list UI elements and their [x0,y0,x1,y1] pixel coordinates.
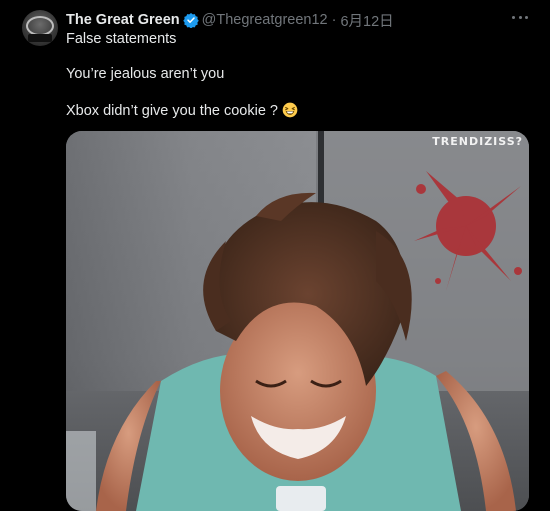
tweet-text-line: You’re jealous aren’t you [66,66,225,82]
tweet-text: Xbox didn’t give you the cookie ? [66,103,278,119]
avatar-ring-shape [26,16,54,36]
grinning-squinting-face-icon [282,102,298,118]
avatar[interactable] [22,10,58,46]
handle[interactable]: @Thegreatgreen12 [202,12,328,28]
more-horizontal-icon[interactable] [512,14,528,20]
timestamp[interactable]: 6月12日 [340,10,393,31]
tweet-text-line: False statements [66,31,177,47]
media-watermark: TRENDIZISS? [432,135,523,148]
separator-dot: · [331,12,337,28]
media-gif[interactable]: TRENDIZISS? [66,131,529,511]
tweet[interactable]: The Great Green @Thegreatgreen12 · 6月12日… [0,0,550,511]
gif-frame-image [66,131,529,511]
verified-badge-icon[interactable] [182,12,199,28]
tweet-text-line-with-emoji: Xbox didn’t give you the cookie ? [66,102,298,119]
tweet-header: The Great Green @Thegreatgreen12 · 6月12日 [66,10,394,31]
display-name[interactable]: The Great Green [66,12,180,28]
avatar-base-shape [28,34,52,42]
